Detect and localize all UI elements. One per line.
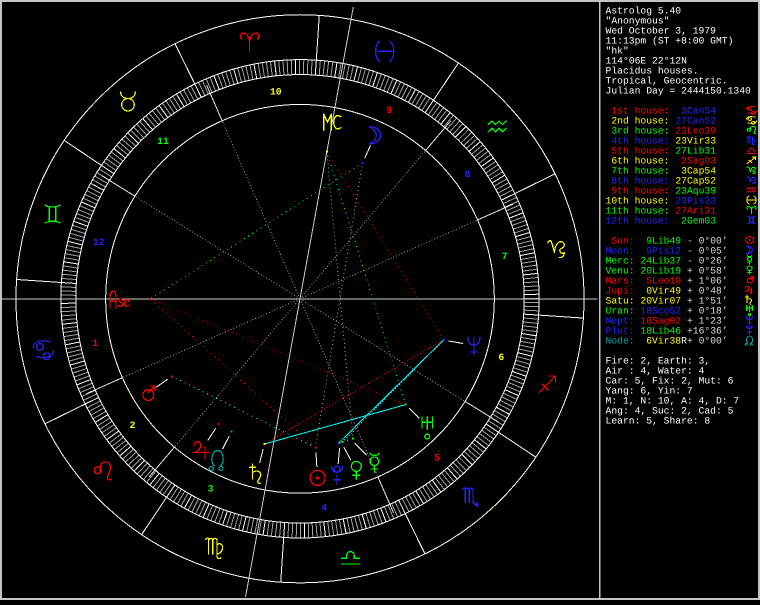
svg-text:Learn: 5, Share: 8: Learn: 5, Share: 8 [606,416,711,427]
svg-text:2Gem03: 2Gem03 [681,216,716,227]
svg-text:6Vir38: 6Vir38 [640,336,681,347]
svg-text:+ 0°00’: + 0°00’ [687,336,728,347]
svg-text:4: 4 [321,502,327,513]
svg-text:3: 3 [208,484,214,495]
svg-text:2: 2 [130,420,136,431]
svg-text:12th house:: 12th house: [606,216,670,227]
svg-text:12: 12 [93,237,105,248]
svg-text:Julian Day = 2444150.1340: Julian Day = 2444150.1340 [606,86,752,97]
svg-text:1: 1 [92,338,98,349]
svg-text:10: 10 [270,87,282,98]
svg-text:5: 5 [434,453,440,464]
svg-text:6: 6 [498,352,504,363]
svg-text:9: 9 [386,105,392,116]
svg-text:Node:: Node: [606,336,635,347]
svg-text:8: 8 [465,169,471,180]
svg-text:11: 11 [157,136,169,147]
svg-text:7: 7 [502,251,508,262]
